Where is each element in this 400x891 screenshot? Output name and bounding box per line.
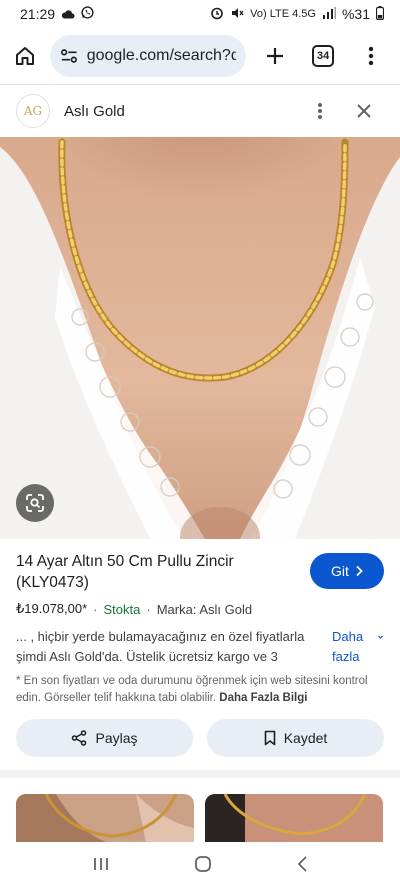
go-button-label: Git xyxy=(331,563,349,579)
description-row: ... , hiçbir yerde bulamayacağınız en öz… xyxy=(0,617,400,667)
product-info: 14 Ayar Altın 50 Cm Pullu Zincir (KLY047… xyxy=(0,539,400,757)
action-row: Paylaş Kaydet xyxy=(0,707,400,757)
lens-icon xyxy=(26,494,44,512)
source-header: AG Aslı Gold xyxy=(0,85,400,137)
source-menu-button[interactable] xyxy=(306,97,334,125)
chevron-down-icon xyxy=(378,635,384,639)
lens-search-button[interactable] xyxy=(16,484,54,522)
browser-toolbar: google.com/search?q= 34 xyxy=(0,28,400,84)
plus-icon xyxy=(267,48,284,64)
disclaimer-text: * En son fiyatları ve oda durumunu öğren… xyxy=(16,675,368,704)
source-logo[interactable]: AG xyxy=(16,94,50,128)
product-title[interactable]: 14 Ayar Altın 50 Cm Pullu Zincir (KLY047… xyxy=(16,551,302,593)
status-left: 21:29 xyxy=(20,6,94,22)
go-button[interactable]: Git xyxy=(310,553,384,589)
close-icon xyxy=(357,104,371,118)
save-label: Kaydet xyxy=(283,730,328,746)
signal-icon xyxy=(322,6,336,22)
related-photo-1 xyxy=(16,794,194,842)
system-nav-bar xyxy=(0,842,400,891)
related-photo-2 xyxy=(205,794,383,842)
section-gap xyxy=(0,770,400,778)
necklace-photo xyxy=(0,137,400,539)
bookmark-icon xyxy=(264,730,276,746)
title-row: 14 Ayar Altın 50 Cm Pullu Zincir (KLY047… xyxy=(0,539,400,593)
network-label: Vo) LTE 4.5G xyxy=(250,8,316,20)
stock-status: Stokta xyxy=(103,601,141,617)
separator-dot: · xyxy=(93,601,98,617)
tab-switcher-button[interactable]: 34 xyxy=(304,36,342,76)
source-name[interactable]: Aslı Gold xyxy=(64,103,306,120)
disclaimer-link[interactable]: Daha Fazla Bilgi xyxy=(219,692,307,704)
mute-icon xyxy=(230,6,244,23)
browser-menu-button[interactable] xyxy=(352,36,390,76)
battery-icon xyxy=(375,5,385,23)
alarm-icon xyxy=(210,6,224,23)
brand: Marka: Aslı Gold xyxy=(156,601,253,617)
back-button[interactable] xyxy=(296,855,308,878)
recents-icon xyxy=(94,858,108,870)
source-logo-text: AG xyxy=(23,104,43,118)
close-button[interactable] xyxy=(344,97,384,125)
status-bar: 21:29 Vo) LTE 4.5G %31 xyxy=(0,0,400,28)
share-icon xyxy=(72,730,87,746)
more-vert-icon xyxy=(368,46,374,66)
battery-level: %31 xyxy=(341,6,370,22)
meta-row: ₺19.078,00* · Stokta · Marka: Aslı Gold xyxy=(0,593,400,617)
price: ₺19.078,00* xyxy=(16,601,88,616)
more-vert-icon xyxy=(318,103,322,119)
address-bar[interactable]: google.com/search?q= xyxy=(50,35,247,77)
status-right: Vo) LTE 4.5G %31 xyxy=(210,5,385,23)
cloud-icon xyxy=(61,6,75,22)
status-time: 21:29 xyxy=(20,6,56,22)
back-icon xyxy=(297,856,307,872)
product-image[interactable] xyxy=(0,137,400,539)
site-settings-icon[interactable] xyxy=(60,47,78,65)
related-image-2[interactable] xyxy=(205,794,383,842)
share-label: Paylaş xyxy=(95,730,138,746)
home-circle-icon xyxy=(195,856,211,872)
share-button[interactable]: Paylaş xyxy=(16,719,193,757)
recents-button[interactable] xyxy=(92,856,110,877)
disclaimer: * En son fiyatları ve oda durumunu öğren… xyxy=(0,667,400,707)
related-image-1[interactable] xyxy=(16,794,194,842)
system-home-button[interactable] xyxy=(194,855,212,878)
new-tab-button[interactable] xyxy=(256,36,294,76)
whatsapp-icon xyxy=(81,6,94,22)
more-link[interactable]: Daha fazla xyxy=(332,627,384,667)
home-icon xyxy=(16,47,35,65)
separator-dot: · xyxy=(146,601,151,617)
tab-count: 34 xyxy=(312,45,335,67)
home-button[interactable] xyxy=(10,40,40,72)
save-button[interactable]: Kaydet xyxy=(207,719,384,757)
chevron-right-icon xyxy=(356,565,363,577)
more-link-label: Daha fazla xyxy=(332,629,364,664)
url-text: google.com/search?q= xyxy=(86,47,237,64)
description: ... , hiçbir yerde bulamayacağınız en öz… xyxy=(16,629,305,664)
